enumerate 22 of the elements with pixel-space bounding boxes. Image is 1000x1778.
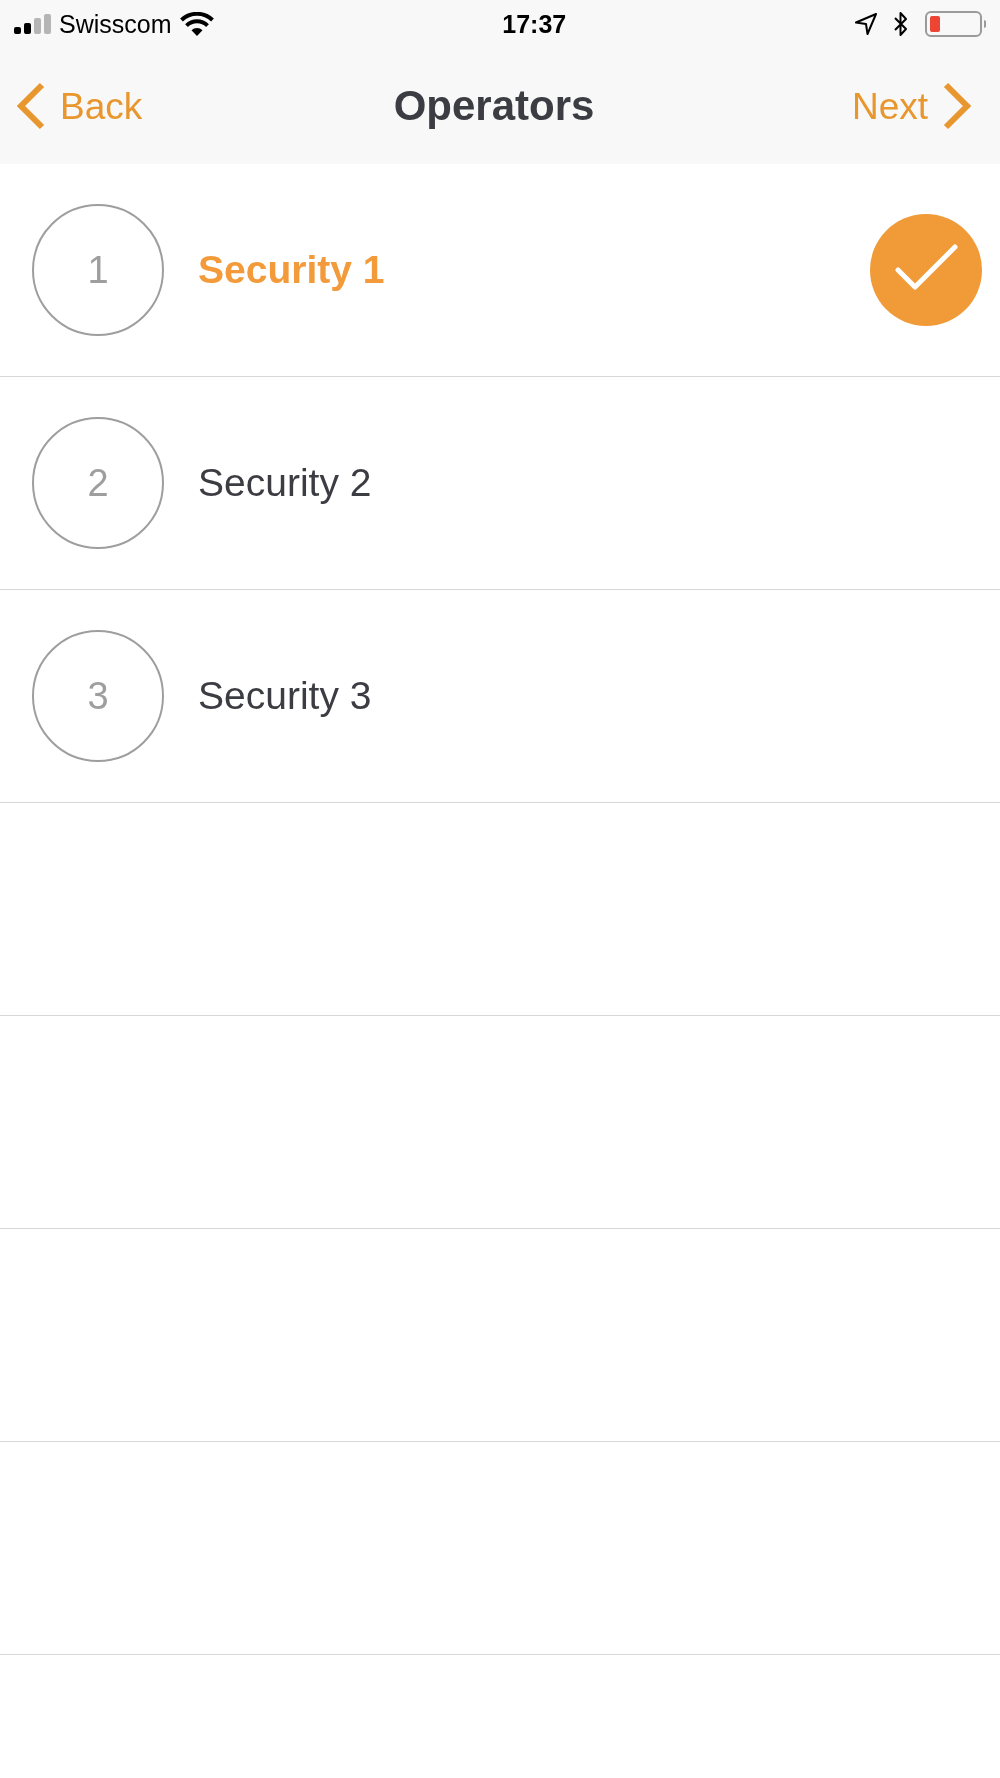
chevron-right-icon bbox=[942, 82, 972, 130]
signal-icon bbox=[14, 14, 51, 34]
wifi-icon bbox=[179, 12, 214, 36]
operator-name: Security 1 bbox=[198, 248, 386, 292]
next-button[interactable]: Next bbox=[851, 82, 972, 130]
number-circle: 3 bbox=[32, 630, 164, 762]
operator-row[interactable]: 1 Security 1 bbox=[0, 164, 1000, 377]
bluetooth-icon bbox=[893, 11, 909, 37]
number-circle: 1 bbox=[32, 204, 164, 336]
back-button[interactable]: Back bbox=[16, 82, 143, 130]
operator-row[interactable]: 2 Security 2 bbox=[0, 377, 1000, 590]
operator-name: Security 2 bbox=[198, 461, 373, 505]
clock-time: 17:37 bbox=[502, 11, 567, 37]
location-arrow-icon bbox=[855, 13, 877, 35]
carrier-name: Swisscom bbox=[59, 11, 172, 37]
checkmark-icon bbox=[870, 214, 982, 326]
screen-title: Operators bbox=[393, 85, 595, 127]
operator-name: Security 3 bbox=[198, 674, 373, 718]
battery-icon bbox=[925, 11, 988, 37]
chevron-left-icon bbox=[16, 82, 46, 130]
number-circle: 2 bbox=[32, 417, 164, 549]
operator-row[interactable]: 3 Security 3 bbox=[0, 590, 1000, 803]
